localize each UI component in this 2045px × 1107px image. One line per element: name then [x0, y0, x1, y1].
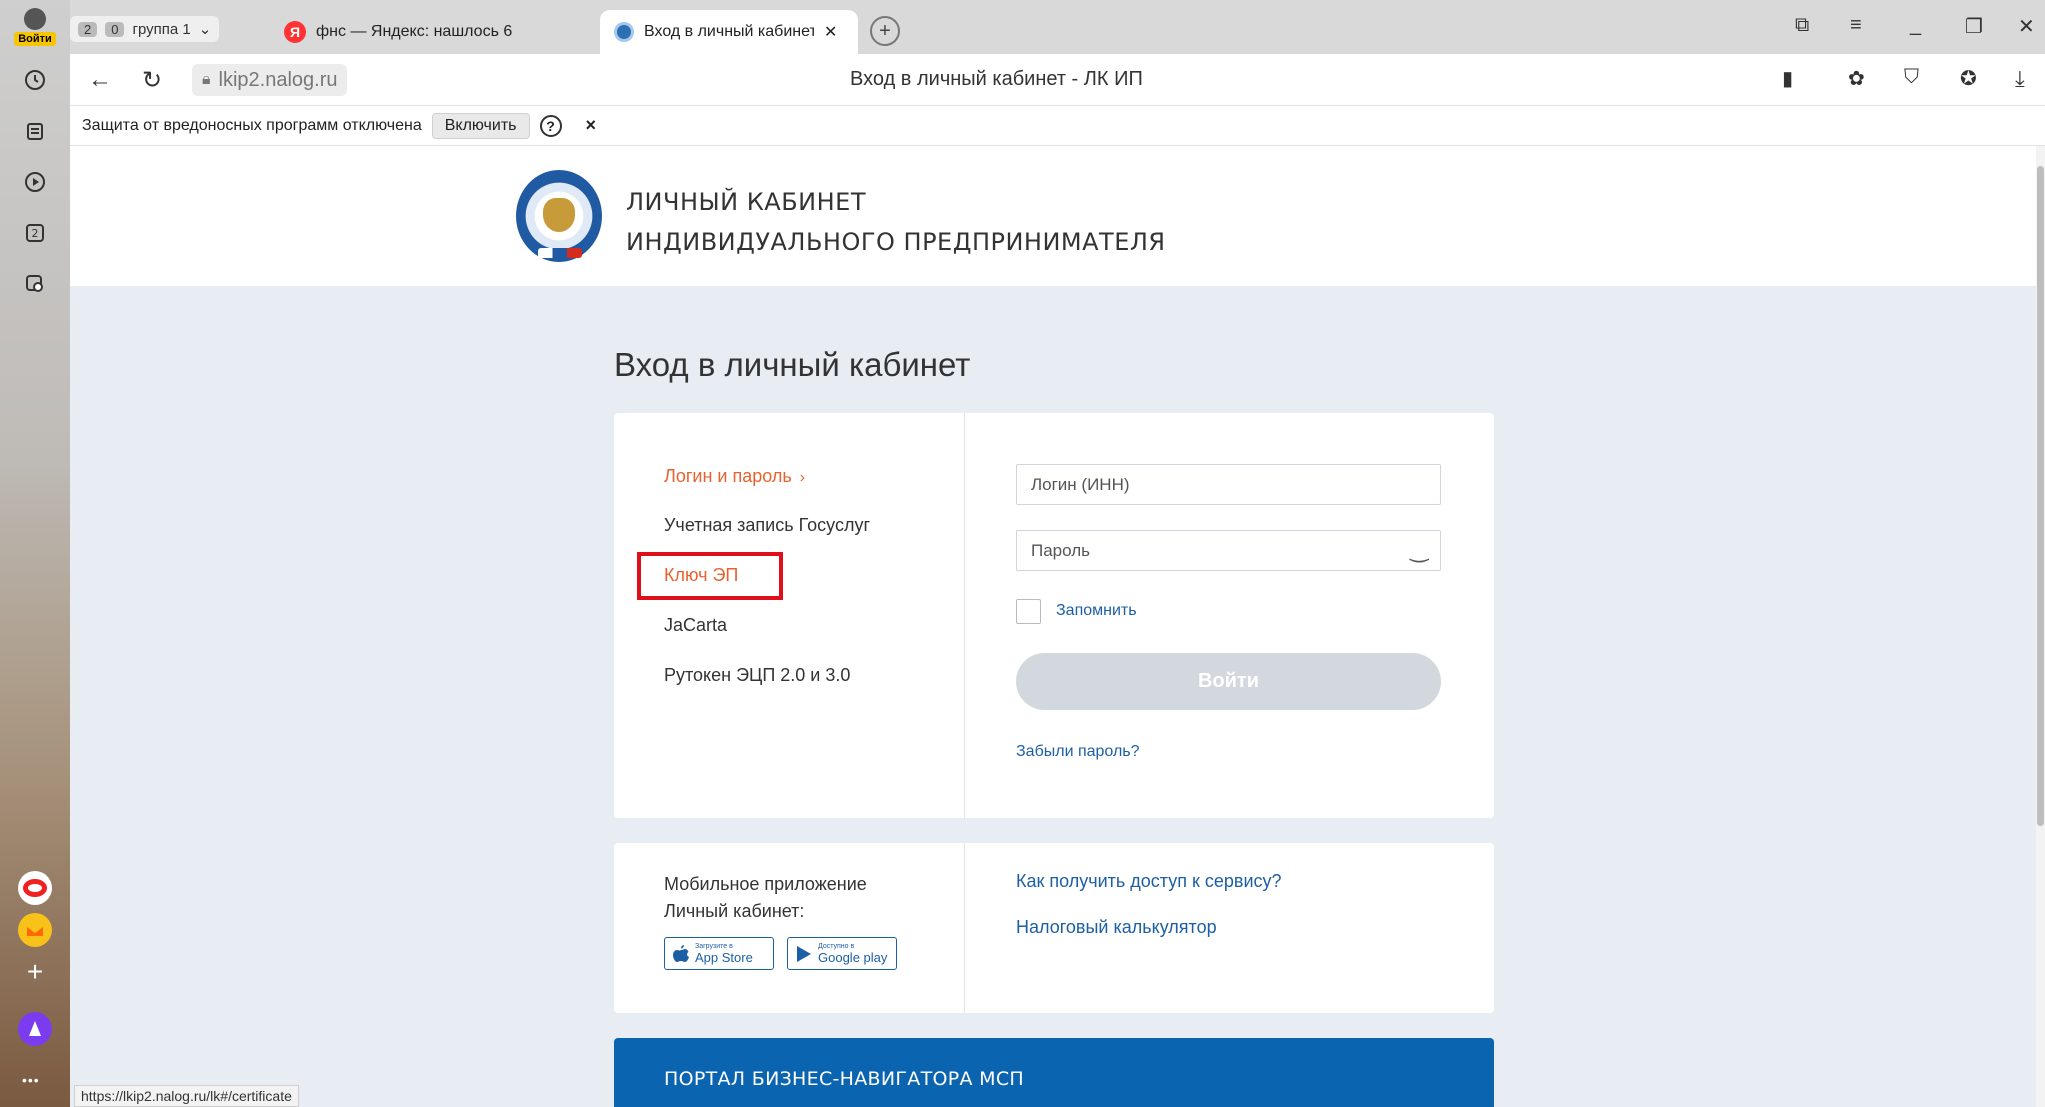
close-window-icon[interactable]: ✕: [2018, 14, 2035, 39]
reload-icon[interactable]: ↻: [142, 66, 162, 95]
messenger-app-icon[interactable]: [18, 871, 52, 905]
extension-icon[interactable]: ✿: [1848, 66, 1865, 91]
brand-line-2: ИНДИВИДУАЛЬНОГО ПРЕДПРИНИМАТЕЛЯ: [626, 228, 1166, 256]
apple-icon: [673, 944, 689, 962]
protect-icon[interactable]: ⛉: [1904, 66, 1919, 89]
site-header: ЛИЧНЫЙ КАБИНЕТ ИНДИВИДУАЛЬНОГО ПРЕДПРИНИ…: [70, 146, 2036, 286]
page-content: ЛИЧНЫЙ КАБИНЕТ ИНДИВИДУАЛЬНОГО ПРЕДПРИНИ…: [70, 146, 2036, 1107]
method-gosuslugi[interactable]: Учетная запись Госуслуг: [664, 515, 870, 536]
video-play-icon[interactable]: [21, 168, 49, 196]
history-icon[interactable]: [21, 66, 49, 94]
mobile-app-text: Мобильное приложение Личный кабинет:: [664, 874, 867, 921]
remember-label[interactable]: Запомнить: [1056, 602, 1137, 620]
login-card: Логин и пароль › Учетная запись Госуслуг …: [614, 413, 1494, 818]
chevron-right-icon: ›: [799, 469, 806, 486]
back-icon[interactable]: ←: [88, 66, 112, 94]
more-icon[interactable]: •••: [22, 1072, 40, 1088]
screenshot-icon[interactable]: [21, 270, 49, 298]
notice-text: Защита от вредоносных программ отключена: [82, 116, 422, 134]
fns-emblem-icon: [516, 170, 602, 262]
svg-text:2: 2: [32, 227, 39, 240]
mail-app-icon[interactable]: [18, 913, 52, 947]
method-rutoken[interactable]: Рутокен ЭЦП 2.0 и 3.0: [664, 665, 850, 686]
hidden-eye-icon[interactable]: ‿: [1410, 537, 1428, 563]
site-brand[interactable]: ЛИЧНЫЙ КАБИНЕТ ИНДИВИДУАЛЬНОГО ПРЕДПРИНИ…: [626, 182, 1166, 262]
extension-badge-icon[interactable]: ✪: [1960, 66, 1977, 91]
browser-menu-icon[interactable]: ≡: [1850, 14, 1862, 37]
page-scrollbar[interactable]: [2036, 146, 2045, 1107]
login-inn-field[interactable]: Логин (ИНН): [1016, 464, 1441, 505]
method-ep-key[interactable]: Ключ ЭП: [664, 565, 738, 586]
tab-menu-icon[interactable]: ⧉: [1795, 14, 1809, 37]
close-tab-icon[interactable]: ✕: [824, 22, 837, 42]
login-button[interactable]: Войти: [1016, 653, 1441, 710]
forgot-password-link[interactable]: Забыли пароль?: [1016, 743, 1140, 761]
banner-text: ПОРТАЛ БИЗНЕС-НАВИГАТОРА МСП: [664, 1068, 1024, 1090]
url-field[interactable]: 🔒︎ lkip2.nalog.ru: [192, 64, 348, 96]
protection-notice-bar: Защита от вредоносных программ отключена…: [70, 106, 2045, 146]
profile-button[interactable]: Войти: [14, 8, 56, 50]
help-icon[interactable]: ?: [539, 114, 562, 137]
info-card: Мобильное приложение Личный кабинет: Заг…: [614, 843, 1494, 1013]
login-heading: Вход в личный кабинет: [614, 346, 971, 383]
tab-strip: 2 0 группа 1 ⌄ Я фнс — Яндекс: нашлось 6…: [70, 0, 2045, 54]
profile-login-label: Войти: [14, 32, 56, 46]
page-title-display: Вход в личный кабинет - ЛК ИП: [850, 68, 1143, 90]
tab-counter-icon[interactable]: 2: [21, 219, 49, 247]
collections-icon[interactable]: [21, 117, 49, 145]
lock-icon: 🔒︎: [202, 71, 211, 88]
brand-line-1: ЛИЧНЫЙ КАБИНЕТ: [626, 188, 867, 216]
login-placeholder: Логин (ИНН): [1031, 474, 1130, 494]
method-login-password[interactable]: Логин и пароль ›: [664, 466, 805, 487]
appstore-button[interactable]: Загрузите в App Store: [664, 937, 774, 970]
password-field[interactable]: Пароль ‿: [1016, 530, 1441, 571]
play-store-icon: [797, 945, 811, 962]
add-app-icon[interactable]: +: [21, 956, 49, 987]
password-placeholder: Пароль: [1031, 540, 1090, 560]
yandex-favicon-icon: Я: [284, 21, 306, 43]
user-avatar-icon: [24, 8, 46, 30]
googleplay-button[interactable]: Доступно в Google play: [787, 937, 897, 970]
address-bar: ← ↻ 🔒︎ lkip2.nalog.ru Вход в личный каби…: [70, 54, 2045, 106]
url-text: lkip2.nalog.ru: [218, 68, 338, 91]
minimize-icon[interactable]: _: [1910, 14, 1921, 37]
browser-sidebar: Войти 2 + •••: [0, 0, 70, 1107]
enable-protection-button[interactable]: Включить: [431, 112, 530, 139]
alice-assistant-icon[interactable]: [18, 1012, 52, 1046]
fns-favicon-icon: [614, 22, 634, 42]
tab-title: Вход в личный кабинет: [644, 23, 814, 40]
restore-icon[interactable]: ❐: [1965, 14, 1983, 39]
method-jacarta[interactable]: JaCarta: [664, 615, 727, 636]
access-link[interactable]: Как получить доступ к сервису?: [1016, 871, 1282, 892]
tab-group-pill[interactable]: 2 0 группа 1 ⌄: [70, 16, 220, 42]
chevron-down-icon[interactable]: ⌄: [199, 20, 212, 38]
status-url: https://lkip2.nalog.ru/lk#/certificate: [74, 1085, 299, 1107]
download-icon[interactable]: ⤓: [2015, 66, 2025, 92]
bookmark-icon[interactable]: ▮: [1782, 66, 1793, 91]
tab-yandex-search[interactable]: Я фнс — Яндекс: нашлось 6: [270, 10, 600, 54]
tab-group-label: группа 1: [132, 20, 191, 38]
tax-calculator-link[interactable]: Налоговый калькулятор: [1016, 917, 1217, 938]
new-tab-icon[interactable]: +: [870, 16, 900, 46]
tab-title: фнс — Яндекс: нашлось 6: [316, 23, 513, 40]
business-portal-banner[interactable]: ПОРТАЛ БИЗНЕС-НАВИГАТОРА МСП: [614, 1038, 1494, 1107]
tab-count-a: 2: [78, 21, 98, 37]
close-notice-icon[interactable]: ×: [586, 115, 597, 136]
remember-checkbox[interactable]: [1016, 599, 1041, 624]
tab-login-page[interactable]: Вход в личный кабинет ✕: [600, 10, 858, 54]
tab-count-b: 0: [105, 21, 125, 37]
